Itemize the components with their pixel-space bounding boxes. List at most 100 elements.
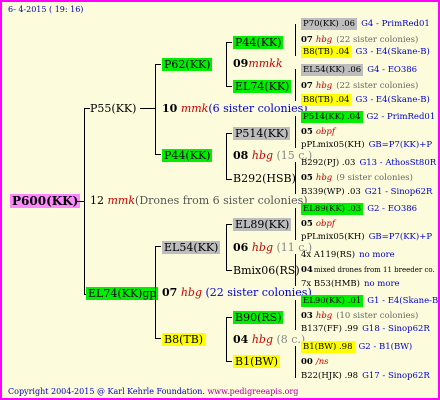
- p62-bracket: [226, 42, 227, 86]
- mating-number: 09: [233, 57, 249, 70]
- queen-b90[interactable]: B90(RS): [233, 311, 284, 324]
- gen4-extra: (9 sister colonies): [336, 173, 413, 183]
- gen4-row[interactable]: B292(PJ) .03 G13 - AthosSt80R: [301, 159, 436, 168]
- gen4-row[interactable]: EL54(KK) .06 G4 - EO386: [301, 64, 417, 76]
- queen-p62[interactable]: P62(KK): [162, 58, 213, 71]
- mating-code: hbg: [251, 149, 273, 162]
- gen4-row[interactable]: P70(KK) .06 G4 - PrimRed01: [301, 18, 430, 30]
- queen-bmix06[interactable]: Bmix06(RS): [233, 265, 300, 276]
- gen4-label: 05: [301, 173, 313, 183]
- gen4-label: 07: [301, 81, 313, 91]
- bracket: [295, 24, 296, 56]
- gen4-row[interactable]: 00/ns: [301, 358, 329, 367]
- gen4-row[interactable]: pPLmix05(KH) GB=P7(KK)+P: [301, 233, 432, 242]
- gen4-code: hbg: [315, 81, 333, 91]
- mating-line-3a: 09mmkk: [233, 58, 283, 69]
- gen4-row[interactable]: 4x A119(RS) no more: [301, 251, 395, 260]
- gen4-label: B8(TB) .04: [301, 94, 352, 106]
- mating-number: 08: [233, 149, 249, 162]
- gen4-row[interactable]: 04mixed drones from 11 breeder co.: [301, 266, 435, 275]
- queen-p44[interactable]: P44(KK): [162, 149, 213, 162]
- gen4-row[interactable]: 03 hbg (10 sister colonies): [301, 312, 418, 321]
- mating-number: 06: [233, 241, 249, 254]
- gen4-extra: G2 - EO386: [367, 204, 418, 214]
- link: [226, 361, 232, 362]
- gen4-row[interactable]: B339(WP) .03 G21 - Sinop62R: [301, 188, 432, 197]
- gen4-label: 00: [301, 357, 313, 367]
- gen4-row[interactable]: B8(TB) .04 G3 - E4(Skane-B): [301, 94, 430, 106]
- gen4-row[interactable]: 07 hbg (22 sister colonies): [301, 82, 418, 91]
- gen4-extra: GB=P7(KK)+P: [368, 232, 433, 242]
- dam-queen[interactable]: EL74(KK)gp: [86, 287, 159, 300]
- gen4-extra: G4 - PrimRed01: [361, 19, 430, 29]
- gen4-row[interactable]: 05 hbg (9 sister colonies): [301, 174, 413, 183]
- queen-b292hsb[interactable]: B292(HSB): [233, 173, 296, 184]
- p44-bracket: [226, 133, 227, 179]
- gen4-code: /ns: [315, 357, 329, 367]
- mating-code: mmkk: [248, 57, 283, 70]
- gen4-label: EL89(KK) .03: [301, 203, 364, 215]
- gen4-code: hbg: [315, 35, 333, 45]
- footer: Copyright 2004-2015 @ Karl Kehrle Founda…: [8, 388, 298, 396]
- gen4-row[interactable]: B22(HJK) .98 G17 - Sinop62R: [301, 372, 430, 381]
- gen4-extra: G13 - AthosSt80R: [359, 158, 437, 168]
- gen4-label: EL54(KK) .06: [301, 64, 364, 76]
- gen4-row[interactable]: B137(FF) .99 G18 - Sinop62R: [301, 325, 430, 334]
- gen4-row[interactable]: pPLmix05(KH) GB=P7(KK)+P: [301, 141, 432, 150]
- gen4-code: obpf: [315, 127, 335, 137]
- queen-p514[interactable]: P514(KK): [233, 127, 291, 140]
- pedigree-chart: 6- 4-2015 ( 19: 16) P600(KK) P55(KK) 12 …: [0, 0, 440, 400]
- mating-code: hbg: [251, 333, 273, 346]
- copyright-text: Copyright 2004-2015 @ Karl Kehrle Founda…: [8, 387, 205, 396]
- gen4-row[interactable]: P514(KK) .04 G2 - PrimRed01: [301, 111, 436, 123]
- gen4-extra: G3 - E4(Skane-B): [355, 47, 430, 57]
- queen-p44kk[interactable]: P44(KK): [233, 36, 284, 49]
- gen4-label: 07: [301, 35, 313, 45]
- gen4-extra: mixed drones from 11 breeder co.: [313, 266, 435, 274]
- queen-el54[interactable]: EL54(KK): [162, 241, 221, 254]
- gen4-row[interactable]: B8(TB) .04 G3 - E4(Skane-B): [301, 46, 430, 58]
- gen4-extra: no more: [359, 250, 395, 260]
- queen-b1bw[interactable]: B1(BW): [233, 355, 281, 368]
- bracket: [295, 69, 296, 101]
- gen4-row[interactable]: EL89(KK) .03 G2 - EO386: [301, 203, 418, 215]
- gen4-label: P70(KK) .06: [301, 18, 358, 30]
- gen4-row[interactable]: B1(BW) .98 G2 - B1(BW): [301, 341, 412, 353]
- gen4-extra: G21 - Sinop62R: [364, 187, 433, 197]
- p55-bracket: [155, 64, 156, 154]
- bracket: [295, 162, 296, 194]
- el74-bracket: [155, 246, 156, 338]
- sire-queen[interactable]: P55(KK): [90, 103, 136, 114]
- gen4-label: pPLmix05(KH): [301, 140, 365, 150]
- gen4-row[interactable]: 05 obpf: [301, 220, 335, 229]
- link: [155, 64, 161, 65]
- footer-url[interactable]: www.pedigreeapis.org: [207, 387, 298, 396]
- queen-b8[interactable]: B8(TB): [162, 333, 206, 346]
- gen4-row[interactable]: EL90(KK) .01 G1 - E4(Skane-B): [301, 295, 440, 307]
- gen4-extra: G3 - E4(Skane-B): [355, 95, 430, 105]
- el54-bracket: [226, 224, 227, 270]
- queen-el74kk[interactable]: EL74(KK): [233, 80, 292, 93]
- link: [155, 154, 161, 155]
- gen4-label: B339(WP) .03: [301, 187, 361, 197]
- root-bracket: [84, 108, 85, 294]
- gen4-label: 03: [301, 311, 313, 321]
- gen4-code: hbg: [315, 173, 333, 183]
- queen-el89[interactable]: EL89(KK): [233, 218, 292, 231]
- gen4-label: 05: [301, 219, 313, 229]
- gen4-row[interactable]: 05 obpf: [301, 128, 335, 137]
- gen4-extra: G2 - PrimRed01: [366, 112, 436, 122]
- link: [155, 246, 161, 247]
- gen4-extra: no more: [363, 279, 400, 289]
- gen4-row[interactable]: 7x B53(HMB) no more: [301, 280, 400, 289]
- mating-line-2a: 10 mmk(6 sister colonies): [162, 103, 308, 114]
- bracket: [295, 300, 296, 330]
- gen4-extra: (10 sister colonies): [336, 311, 419, 321]
- mating-number: 12: [90, 194, 104, 207]
- root-queen[interactable]: P600(KK): [10, 194, 81, 208]
- mating-number: 04: [233, 333, 249, 346]
- gen4-row[interactable]: 07 hbg (22 sister colonies): [301, 36, 418, 45]
- gen4-extra: G1 - E4(Skane-B): [367, 296, 440, 306]
- link: [226, 270, 232, 271]
- mating-code: hbg: [251, 241, 273, 254]
